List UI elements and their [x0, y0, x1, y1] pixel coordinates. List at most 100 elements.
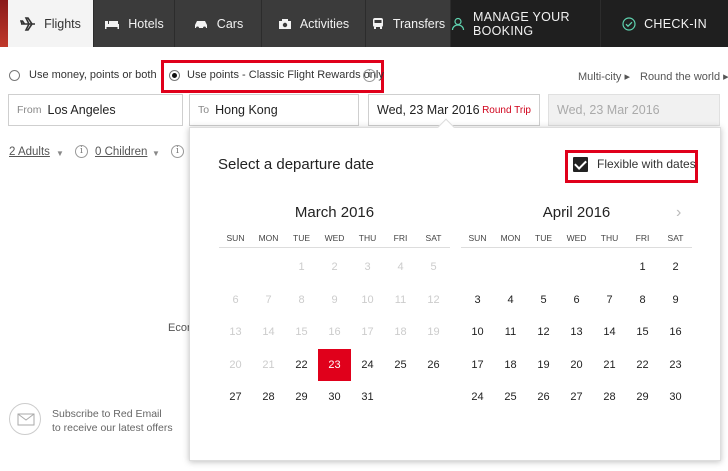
calendar-day[interactable]: 13	[560, 316, 593, 349]
calendar-day[interactable]: 31	[351, 381, 384, 414]
calendar-day[interactable]: 10	[461, 316, 494, 349]
from-field[interactable]: From Los Angeles	[8, 94, 183, 126]
points-info-icon[interactable]: i	[363, 69, 376, 82]
tab-flights[interactable]: Flights	[8, 0, 94, 47]
flexible-dates-label[interactable]: Flexible with dates	[597, 157, 696, 171]
calendar-day: 16	[328, 326, 341, 338]
calendar-day[interactable]: 6	[560, 284, 593, 317]
calendar-day-selected[interactable]: 23	[318, 348, 351, 381]
calendar-day[interactable]: 29	[285, 381, 318, 414]
red-email-line2: to receive our latest offers	[52, 422, 173, 434]
weekday-header-april: SUN MON TUE WED THU FRI SAT	[461, 228, 692, 248]
calendar-day[interactable]: 27	[219, 381, 252, 414]
calendar-empty-cell	[461, 251, 494, 284]
trip-type-label[interactable]: Round Trip	[482, 105, 531, 116]
tab-manage-booking[interactable]: MANAGE YOUR BOOKING	[451, 0, 601, 47]
calendar-day: 13	[229, 326, 242, 338]
person-icon	[451, 17, 465, 30]
weekday-label: THU	[358, 233, 377, 243]
tab-check-in[interactable]: CHECK-IN	[601, 0, 728, 47]
children-info-icon[interactable]: i	[171, 145, 184, 158]
calendar-day[interactable]: 8	[626, 284, 659, 317]
adults-info-icon[interactable]: i	[75, 145, 88, 158]
tab-hotels[interactable]: Hotels	[94, 0, 175, 47]
calendar-day[interactable]: 15	[626, 316, 659, 349]
calendar-day[interactable]: 25	[384, 349, 417, 382]
calendar-day: 9	[331, 293, 338, 306]
tab-transfers[interactable]: Transfers	[366, 0, 451, 47]
departure-calendar-popup: Select a departure date Flexible with da…	[189, 127, 721, 461]
calendar-day[interactable]: 26	[417, 349, 450, 382]
calendar-day[interactable]: 24	[461, 381, 494, 414]
calendar-day[interactable]: 23	[659, 349, 692, 382]
tab-transfers-label: Transfers	[392, 16, 446, 31]
multi-city-link[interactable]: Multi-city ▸	[578, 70, 630, 83]
tab-cars-label: Cars	[216, 16, 244, 31]
calendar-day[interactable]: 2	[659, 251, 692, 284]
calendar-day[interactable]: 24	[351, 349, 384, 382]
calendar-empty-cell	[252, 251, 285, 284]
calendar-day[interactable]: 1	[626, 251, 659, 284]
to-field[interactable]: To Hong Kong	[189, 94, 359, 126]
round-the-world-link[interactable]: Round the world ▸	[640, 70, 728, 83]
calendar-day[interactable]: 21	[593, 349, 626, 382]
calendar-day[interactable]: 11	[494, 316, 527, 349]
departure-date-field[interactable]: Wed, 23 Mar 2016 Round Trip	[368, 94, 540, 126]
calendar-day[interactable]: 30	[659, 381, 692, 414]
car-icon	[194, 20, 207, 29]
red-email-badge[interactable]	[9, 403, 41, 435]
calendar-day: 15	[295, 326, 308, 338]
calendar-day[interactable]: 30	[318, 381, 351, 414]
money-points-radio[interactable]	[9, 70, 20, 81]
calendar-day: 2	[331, 261, 338, 273]
calendar-day[interactable]: 12	[527, 316, 560, 349]
weekday-label: SUN	[226, 233, 245, 243]
calendar-day[interactable]: 20	[560, 349, 593, 382]
calendar-day[interactable]: 27	[560, 381, 593, 414]
calendar-day[interactable]: 25	[494, 381, 527, 414]
calendar-day[interactable]: 26	[527, 381, 560, 414]
calendar-day: 10	[361, 293, 374, 306]
red-email-line1: Subscribe to Red Email	[52, 408, 162, 420]
check-circle-icon	[622, 16, 636, 31]
calendar-day[interactable]: 16	[659, 316, 692, 349]
tab-activities[interactable]: Activities	[262, 0, 366, 47]
calendar-day[interactable]: 18	[494, 349, 527, 382]
adults-caret-icon: ▼	[56, 149, 64, 158]
weekday-label: TUE	[293, 233, 310, 243]
weekday-label: SUN	[468, 233, 487, 243]
weekday-label: TUE	[535, 233, 552, 243]
calendar-empty-cell	[593, 251, 626, 284]
next-month-arrow-icon[interactable]: ›	[676, 204, 681, 222]
calendar-day[interactable]: 22	[285, 349, 318, 382]
calendar-day[interactable]: 7	[593, 284, 626, 317]
calendar-day[interactable]: 5	[527, 284, 560, 317]
calendar-day: 7	[265, 293, 272, 306]
calendar-day[interactable]: 22	[626, 349, 659, 382]
calendar-empty-cell	[527, 251, 560, 284]
red-email-text[interactable]: Subscribe to Red Email to receive our la…	[52, 407, 173, 435]
return-date-value: Wed, 23 Mar 2016	[557, 103, 660, 117]
tab-flights-label: Flights	[44, 16, 81, 31]
calendar-day[interactable]: 19	[527, 349, 560, 382]
calendar-day[interactable]: 29	[626, 381, 659, 414]
month-title-april: April 2016	[542, 204, 611, 221]
calendar-day[interactable]: 17	[461, 349, 494, 382]
calendar-day[interactable]: 3	[461, 284, 494, 317]
calendar-day[interactable]: 28	[593, 381, 626, 414]
flexible-dates-checkbox[interactable]	[573, 157, 588, 172]
return-date-field[interactable]: Wed, 23 Mar 2016	[548, 94, 720, 126]
children-selector[interactable]: 0 Children	[95, 146, 147, 158]
calendar-day[interactable]: 4	[494, 284, 527, 317]
calendar-day: 8	[298, 293, 305, 306]
points-only-radio[interactable]	[169, 70, 180, 81]
calendar-day[interactable]: 14	[593, 316, 626, 349]
calendar-day[interactable]: 28	[252, 381, 285, 414]
calendar-empty-cell	[219, 251, 252, 284]
calendar-day: 18	[394, 326, 407, 338]
adults-selector[interactable]: 2 Adults	[9, 146, 50, 158]
tab-activities-label: Activities	[299, 16, 350, 31]
tab-cars[interactable]: Cars	[175, 0, 262, 47]
calendar-empty-cell	[417, 381, 450, 414]
calendar-day[interactable]: 9	[659, 284, 692, 317]
